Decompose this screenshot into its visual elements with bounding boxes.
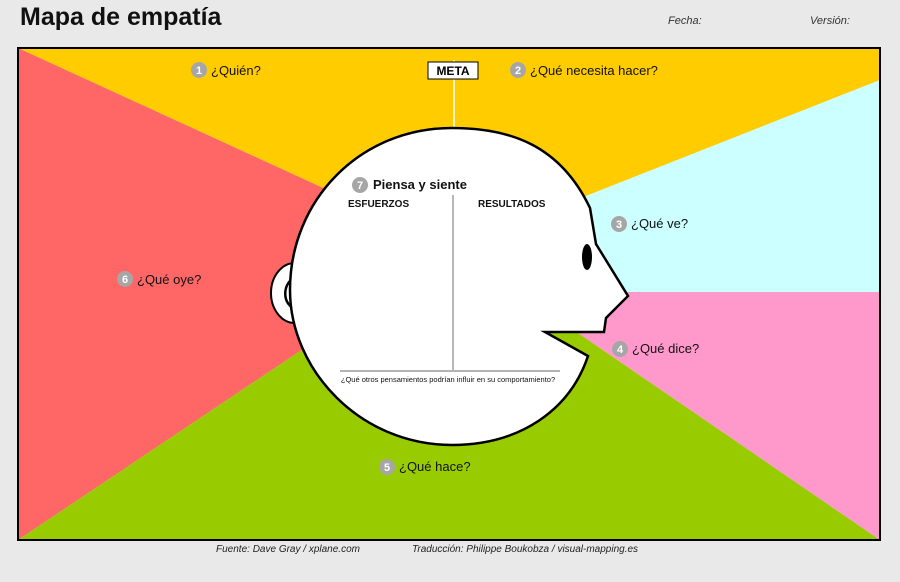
label-who: ¿Quién? — [211, 63, 261, 78]
badge-needs-number: 2 — [515, 65, 521, 77]
badge-thinks: 7 — [352, 177, 368, 193]
thinks-results-column: RESULTADOS — [478, 199, 546, 210]
badge-sees: 3 — [611, 216, 627, 232]
label-sees: ¿Qué ve? — [631, 216, 688, 231]
badge-who: 1 — [191, 62, 207, 78]
label-thinks: Piensa y siente — [373, 177, 467, 192]
badge-says: 4 — [612, 341, 628, 357]
goal-box: META — [427, 61, 479, 80]
badge-thinks-number: 7 — [357, 180, 363, 192]
thinks-efforts-column: ESFUERZOS — [348, 199, 409, 210]
badge-does-number: 5 — [384, 462, 390, 474]
label-hears: ¿Qué oye? — [137, 272, 201, 287]
badge-says-number: 4 — [617, 344, 624, 356]
badge-who-number: 1 — [196, 65, 202, 77]
goal-label: META — [436, 64, 469, 78]
badge-needs: 2 — [510, 62, 526, 78]
label-does: ¿Qué hace? — [399, 459, 471, 474]
label-says: ¿Qué dice? — [632, 341, 699, 356]
label-needs: ¿Qué necesita hacer? — [530, 63, 658, 78]
footer-translation: Traducción: Philippe Boukobza / visual-m… — [412, 544, 639, 555]
badge-sees-number: 3 — [616, 219, 622, 231]
eye — [582, 244, 592, 270]
footer-source: Fuente: Dave Gray / xplane.com — [216, 544, 360, 555]
badge-does: 5 — [379, 459, 395, 475]
badge-hears: 6 — [117, 271, 133, 287]
badge-hears-number: 6 — [122, 274, 128, 286]
empathy-map: 1 2 3 4 5 6 7 ¿Quién? ¿Qué necesita hace… — [17, 47, 881, 541]
thinks-question: ¿Qué otros pensamientos podrían influir … — [341, 375, 555, 384]
